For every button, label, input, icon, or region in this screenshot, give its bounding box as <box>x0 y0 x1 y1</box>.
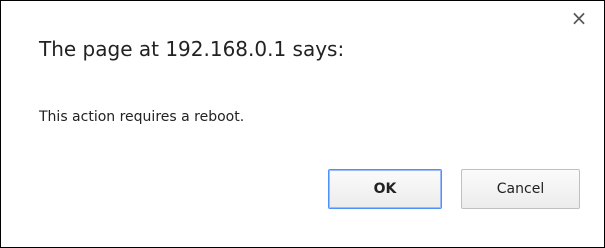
close-icon[interactable]: × <box>568 7 590 29</box>
ok-button[interactable]: OK <box>328 169 442 209</box>
alert-dialog: The page at 192.168.0.1 says: × This act… <box>0 0 605 248</box>
dialog-message: This action requires a reboot. <box>39 109 245 125</box>
dialog-title: The page at 192.168.0.1 says: <box>39 37 345 61</box>
cancel-button[interactable]: Cancel <box>461 169 580 209</box>
